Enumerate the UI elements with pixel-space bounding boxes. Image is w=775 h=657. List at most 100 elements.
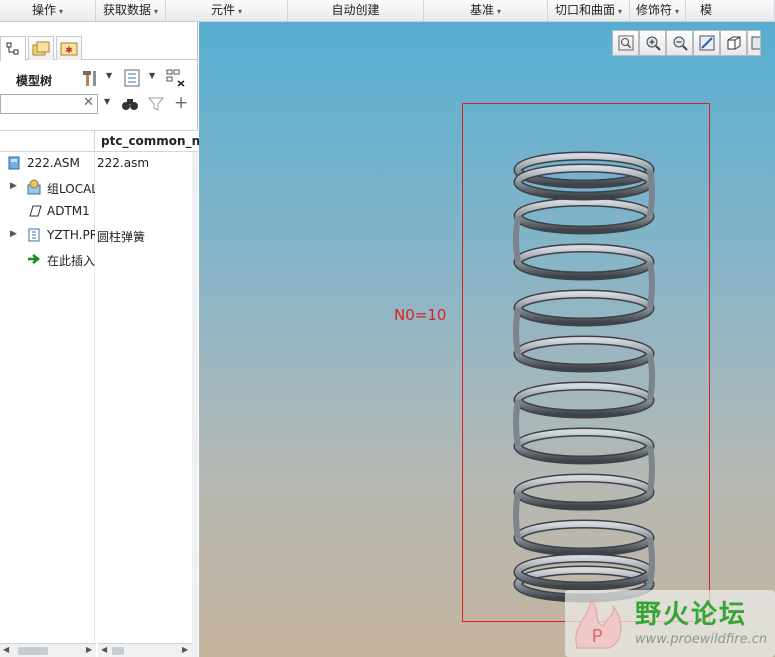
- zoom-fit-icon[interactable]: [612, 30, 639, 56]
- navigator-panel: ✱ 模型树 ▼ ▼ ✕ ▼ + ptc_common_n 222.ASM 222…: [0, 22, 200, 657]
- scroll-right-icon[interactable]: ▶: [86, 645, 92, 654]
- scroll-left-icon[interactable]: ◀: [3, 645, 9, 654]
- tree-settings-icon[interactable]: [80, 68, 100, 88]
- spring-coils: [513, 151, 655, 603]
- ribbon-group-label: 模: [699, 3, 712, 17]
- favorites-icon: ✱: [60, 42, 78, 56]
- folder-browser-tab[interactable]: [28, 36, 54, 60]
- tree-row-label: 222.ASM: [27, 156, 80, 170]
- ribbon-group-datum[interactable]: 基准 ▾: [424, 0, 548, 22]
- zoom-out-icon[interactable]: [666, 30, 693, 56]
- spring-coil-pitch: [647, 169, 655, 217]
- spring-coil-pitch: [647, 445, 655, 493]
- ribbon-group-label: 操作: [31, 3, 56, 17]
- chevron-down-icon[interactable]: ▼: [104, 97, 110, 106]
- spring-coil-pitch: [647, 261, 655, 309]
- tree-name-column-header[interactable]: [0, 131, 95, 152]
- show-list-icon[interactable]: [122, 68, 142, 88]
- scroll-left-icon[interactable]: ◀: [101, 645, 107, 654]
- assembly-icon: [8, 156, 20, 170]
- ribbon-group-model[interactable]: 模: [686, 0, 775, 22]
- insert-here-icon: [28, 254, 41, 264]
- scrollbar-thumb[interactable]: [112, 647, 124, 655]
- tree-row-part[interactable]: ▶ YZTH.PR 圆柱弹簧: [0, 224, 198, 248]
- watermark-url: www.proewildfire.cn: [635, 632, 768, 647]
- group-icon: [27, 179, 41, 195]
- tree-row-insert-here[interactable]: 在此插入: [0, 248, 198, 272]
- tree-row-label: YZTH.PR: [47, 228, 95, 242]
- spring-model[interactable]: [499, 132, 669, 612]
- ribbon-group-cuts-surfaces[interactable]: 切口和曲面 ▾: [548, 0, 630, 22]
- datum-plane-icon: [29, 205, 42, 217]
- favorites-tab[interactable]: ✱: [56, 36, 82, 60]
- horizontal-scrollbar-name-column[interactable]: ◀ ▶: [0, 643, 96, 657]
- ribbon-group-modifiers[interactable]: 修饰符 ▾: [630, 0, 686, 22]
- ribbon-group-label: 基准: [469, 3, 494, 17]
- repaint-icon[interactable]: [693, 30, 720, 56]
- tree-row-value: 圆柱弹簧: [97, 230, 146, 244]
- tree-column-header-label[interactable]: ptc_common_n: [101, 134, 200, 148]
- ribbon-group-label: 自动创建: [331, 3, 380, 17]
- tree-row-assembly[interactable]: 222.ASM 222.asm: [0, 152, 198, 176]
- ribbon-group-bar: 操作 ▾ 获取数据 ▾ 元件 ▾ 自动创建 基准 ▾ 切口和曲面 ▾ 修饰符 ▾ 模: [0, 0, 775, 22]
- spring-coil-pitch: [647, 353, 655, 401]
- chevron-down-icon: ▾: [238, 7, 243, 16]
- ribbon-group-label: 修饰符: [635, 3, 672, 17]
- saved-views-icon[interactable]: [747, 30, 761, 56]
- ribbon-group-component[interactable]: 元件 ▾: [166, 0, 288, 22]
- ribbon-group-operations[interactable]: 操作 ▾: [0, 0, 96, 22]
- svg-text:✱: ✱: [65, 46, 73, 56]
- vertical-scrollbar[interactable]: [192, 152, 198, 657]
- expand-arrow-icon[interactable]: ▶: [10, 181, 17, 191]
- find-icon[interactable]: [121, 95, 139, 116]
- ribbon-group-label: 切口和曲面: [554, 3, 615, 17]
- tree-row-label: 组LOCAL: [47, 182, 95, 196]
- close-icon[interactable]: ✕: [83, 95, 94, 110]
- part-icon: [28, 228, 40, 242]
- chevron-down-icon: ▾: [59, 7, 64, 16]
- chevron-down-icon: ▾: [675, 7, 680, 16]
- model-tree-title: 模型树: [16, 74, 53, 88]
- watermark-title: 野火论坛: [635, 600, 748, 630]
- spring-coil-pitch: [647, 537, 655, 585]
- scrollbar-thumb[interactable]: [18, 647, 48, 655]
- ribbon-group-label: 元件: [210, 3, 235, 17]
- spring-coil-pitch: [513, 307, 521, 355]
- tree-row-datum-plane[interactable]: ADTM1: [0, 200, 198, 224]
- expand-arrow-icon[interactable]: ▶: [10, 229, 17, 239]
- tree-row-label: 在此插入: [47, 254, 95, 268]
- ribbon-group-get-data[interactable]: 获取数据 ▾: [96, 0, 166, 22]
- search-row: ✕ ▼ +: [0, 94, 198, 116]
- zoom-in-icon[interactable]: [639, 30, 666, 56]
- chevron-down-icon: ▾: [497, 7, 502, 16]
- chevron-down-icon: ▾: [618, 7, 623, 16]
- spring-coil-pitch: [513, 399, 521, 447]
- model-tree-tab[interactable]: [0, 36, 26, 61]
- svg-text:P: P: [592, 626, 603, 647]
- graphics-viewport[interactable]: N0=10 P 野火论坛 www.proewildfire.cn: [199, 22, 775, 657]
- spring-coil-pitch: [513, 491, 521, 539]
- display-style-icon[interactable]: [720, 30, 747, 56]
- horizontal-scrollbar-value-column[interactable]: ◀ ▶: [98, 643, 192, 657]
- tree-row-value: 222.asm: [97, 156, 150, 170]
- tree-row-label: ADTM1: [47, 204, 90, 218]
- tree-row-group[interactable]: ▶ 组LOCAL: [0, 176, 198, 200]
- filter-icon[interactable]: [147, 95, 165, 116]
- model-tree-toolbar: 模型树 ▼ ▼: [0, 66, 198, 92]
- chevron-down-icon[interactable]: ▼: [149, 71, 155, 80]
- spring-coil-pitch: [513, 215, 521, 263]
- tree-column-header: ptc_common_n: [0, 130, 200, 152]
- chevron-down-icon: ▾: [154, 7, 159, 16]
- view-toolbar: [612, 30, 761, 56]
- ribbon-group-auto-create[interactable]: 自动创建: [288, 0, 424, 22]
- add-icon[interactable]: +: [174, 95, 188, 112]
- filter-columns-icon[interactable]: [166, 68, 186, 88]
- chevron-down-icon[interactable]: ▼: [106, 71, 112, 80]
- navigator-tabs: ✱: [0, 34, 198, 61]
- forum-logo-icon: P: [575, 598, 622, 649]
- scroll-right-icon[interactable]: ▶: [182, 645, 188, 654]
- coil-count-annotation[interactable]: N0=10: [394, 306, 446, 324]
- tree-icon: [6, 42, 19, 55]
- folder-icon: [32, 41, 50, 55]
- forum-watermark: P 野火论坛 www.proewildfire.cn: [565, 590, 775, 657]
